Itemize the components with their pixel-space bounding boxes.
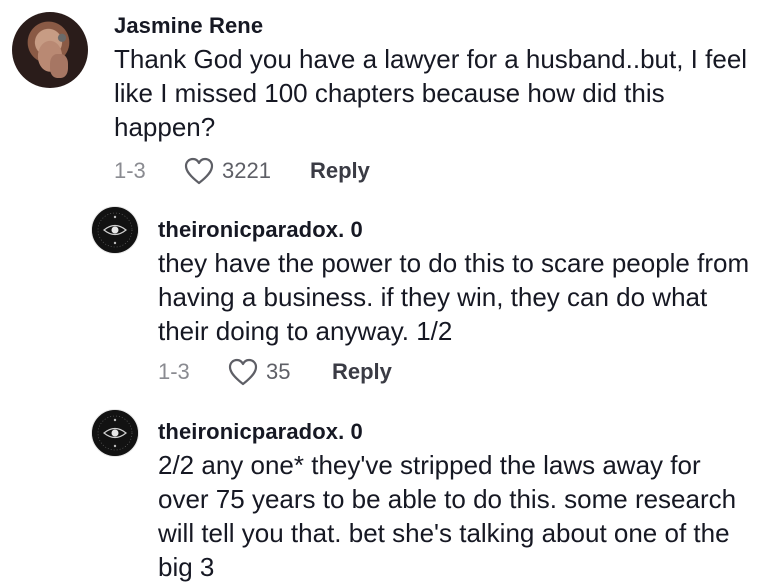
- comment-username[interactable]: theironicparadox. 0: [158, 419, 363, 445]
- comment-date: 1-3: [158, 359, 190, 384]
- heart-icon: [228, 358, 258, 386]
- comment-date: 1-3: [114, 158, 146, 183]
- avatar[interactable]: [91, 409, 139, 457]
- avatar-photo-detail: [50, 54, 68, 78]
- comment-text-line: happen?: [114, 112, 216, 142]
- comment-text-line: like I missed 100 chapters because how d…: [114, 78, 665, 108]
- like-button[interactable]: 35: [228, 358, 332, 386]
- comment-username[interactable]: Jasmine Rene: [114, 13, 263, 39]
- comment-text-line: big 3: [158, 552, 215, 582]
- like-count: 3221: [222, 158, 271, 183]
- like-count: 35: [266, 359, 291, 384]
- eye-emblem-icon: [92, 410, 138, 456]
- heart-icon: [184, 157, 214, 185]
- avatar-photo: [20, 18, 80, 84]
- comment-text-line: having a business. if they win, they can…: [158, 282, 708, 312]
- reply-button[interactable]: Reply: [310, 158, 370, 184]
- comment-text-line: they have the power to do this to scare …: [158, 248, 750, 278]
- avatar[interactable]: [12, 12, 88, 88]
- comment-meta: 1-3 3221 Reply: [114, 157, 370, 185]
- comment-text-line: their doing to anyway. 1/2: [158, 316, 453, 346]
- like-button[interactable]: 3221: [184, 157, 310, 185]
- comment-text-line: 2/2 any one* they've stripped the laws a…: [158, 450, 701, 480]
- comment-text-line: will tell you that. bet she's talking ab…: [158, 518, 730, 548]
- reply-button[interactable]: Reply: [332, 359, 392, 385]
- comment-meta: 1-3 35 Reply: [158, 358, 392, 386]
- comment-username[interactable]: theironicparadox. 0: [158, 217, 363, 243]
- avatar[interactable]: [91, 206, 139, 254]
- comment-text-line: over 75 years to be able to do this. som…: [158, 484, 737, 514]
- comment-text-line: Thank God you have a lawyer for a husban…: [114, 44, 748, 74]
- eye-emblem-icon: [92, 207, 138, 253]
